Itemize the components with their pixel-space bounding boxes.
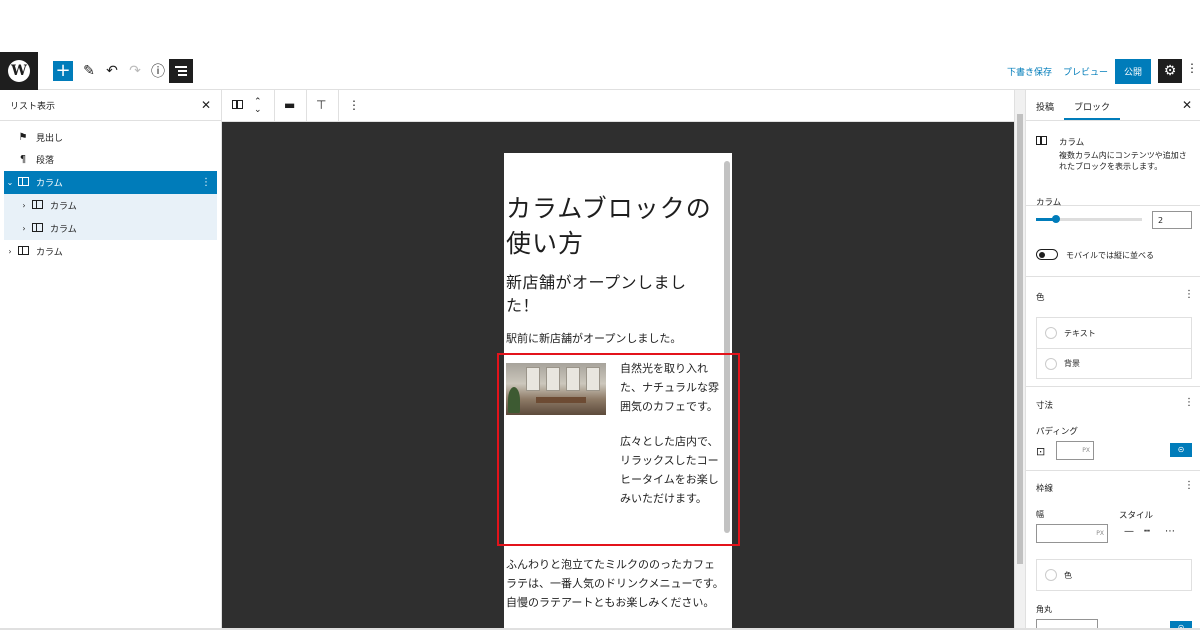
subheading[interactable]: 新店舗がオープンしました！ [506,271,716,317]
block-options-icon[interactable]: ⋮ [201,177,211,188]
column-icon [30,199,44,212]
columns-number-input[interactable]: 2 [1152,211,1192,229]
tab-block[interactable]: ブロック [1064,90,1121,120]
close-icon[interactable]: ✕ [1182,98,1192,112]
mobile-stack-label: モバイルでは縦に並べる [1066,251,1154,260]
vertical-align-top-icon[interactable]: ⊤ [316,98,326,112]
post-heading[interactable]: カラムブロックの使い方 [506,191,716,261]
block-description: 複数カラム内にコンテンツや追加されたブロックを表示します。 [1059,151,1187,171]
pilcrow-icon: ¶ [19,154,27,165]
list-item-paragraph[interactable]: ¶ 段落 [4,148,217,171]
border-section-title: 枠線 [1036,484,1054,494]
border-color-option[interactable]: 色 [1037,560,1191,590]
columns-label: カラム [1036,198,1062,208]
columns-icon [16,245,30,258]
chevron-right-icon[interactable]: › [18,201,30,210]
bookmark-icon: ⚑ [18,132,28,143]
align-icon[interactable]: ▬ [284,98,295,112]
text-color-option[interactable]: テキスト [1037,318,1191,348]
redo-button[interactable]: ↷ [125,61,145,81]
list-item-column-1[interactable]: › カラム [4,194,217,217]
scrollbar[interactable] [1014,90,1025,630]
wordpress-logo-icon: W [8,60,30,82]
block-name: カラム [1059,138,1085,148]
dimensions-section-title: 寸法 [1036,401,1054,411]
padding-sides-icon[interactable]: ⊡ [1036,445,1045,458]
settings-panel: 投稿 ブロック ✕ カラム 複数カラム内にコンテンツや追加されたブロックを表示し… [1014,90,1200,630]
border-dashed-icon[interactable]: ┅ [1144,526,1150,537]
list-item-columns-selected[interactable]: ⌄ カラム ⋮ [4,171,217,194]
color-options-icon[interactable]: ⋮ [1184,289,1194,300]
highlight-box [497,353,740,546]
chevron-down-icon[interactable]: ⌄ [4,178,16,187]
list-item-heading[interactable]: ⚑ 見出し [4,126,217,149]
border-width-input[interactable]: PX [1036,524,1108,543]
link-sides-icon[interactable]: ⊝ [1170,443,1192,457]
columns-slider[interactable] [1036,215,1142,223]
padding-label: パディング [1036,427,1078,437]
undo-button[interactable]: ↶ [102,61,122,81]
list-item-columns[interactable]: › カラム [4,240,217,263]
move-up-down-icon[interactable]: ⌃ ⌄ [254,98,262,115]
border-dotted-icon[interactable]: ⋯ [1165,526,1175,537]
add-block-button[interactable]: + [53,61,73,81]
options-more-button[interactable]: ⋮ [1186,61,1198,75]
list-item-column-2[interactable]: › カラム [4,217,217,240]
publish-button[interactable]: 公開 [1115,58,1152,84]
paragraph[interactable]: 駅前に新店舗がオープンしました。 [506,330,681,346]
block-toolbar: ⌃ ⌄ ▬ ⊤ ⋮ [222,90,1014,122]
settings-gear-button[interactable]: ⚙ [1158,59,1182,83]
paragraph[interactable]: ふんわりと泡立てたミルクののったカフェラテは、一番人気のドリンクメニューです。自… [506,555,724,612]
border-solid-icon[interactable]: — [1124,526,1134,537]
close-icon[interactable]: ✕ [201,98,211,112]
dimensions-options-icon[interactable]: ⋮ [1184,397,1194,408]
list-view-panel: リスト表示 ✕ ⚑ 見出し ¶ 段落 ⌄ カラム ⋮ › カラム › カラム ›… [0,90,222,630]
preview-button[interactable]: プレビュー [1063,65,1108,78]
color-section-title: 色 [1036,293,1045,303]
columns-block-icon [1036,136,1047,148]
swatch-icon [1045,327,1057,339]
padding-input[interactable]: PX [1056,441,1094,460]
swatch-icon [1045,357,1057,370]
border-style-label: スタイル [1119,511,1154,521]
column-icon [30,222,44,235]
list-view-title: リスト表示 [10,101,56,112]
radius-label: 角丸 [1036,605,1052,614]
edit-tools-button[interactable]: ✎ [79,61,99,81]
mobile-stack-toggle[interactable] [1036,249,1058,260]
editor-header: W + ✎ ↶ ↷ ⓘ 下書き保存 プレビュー 公開 ⚙ ⋮ [0,52,1200,90]
chevron-right-icon[interactable]: › [18,224,30,233]
swatch-icon [1045,569,1057,581]
chevron-right-icon[interactable]: › [4,247,16,256]
wordpress-logo-button[interactable]: W [0,52,38,90]
columns-icon [16,176,30,189]
details-info-button[interactable]: ⓘ [148,61,168,81]
columns-block-icon[interactable] [232,98,243,112]
background-color-option[interactable]: 背景 [1037,348,1191,378]
more-options-icon[interactable]: ⋮ [348,98,360,112]
save-draft-button[interactable]: 下書き保存 [1007,65,1052,78]
border-options-icon[interactable]: ⋮ [1184,480,1194,491]
tab-post[interactable]: 投稿 [1026,90,1064,120]
list-view-button[interactable] [169,59,193,83]
border-width-label: 幅 [1036,510,1044,519]
